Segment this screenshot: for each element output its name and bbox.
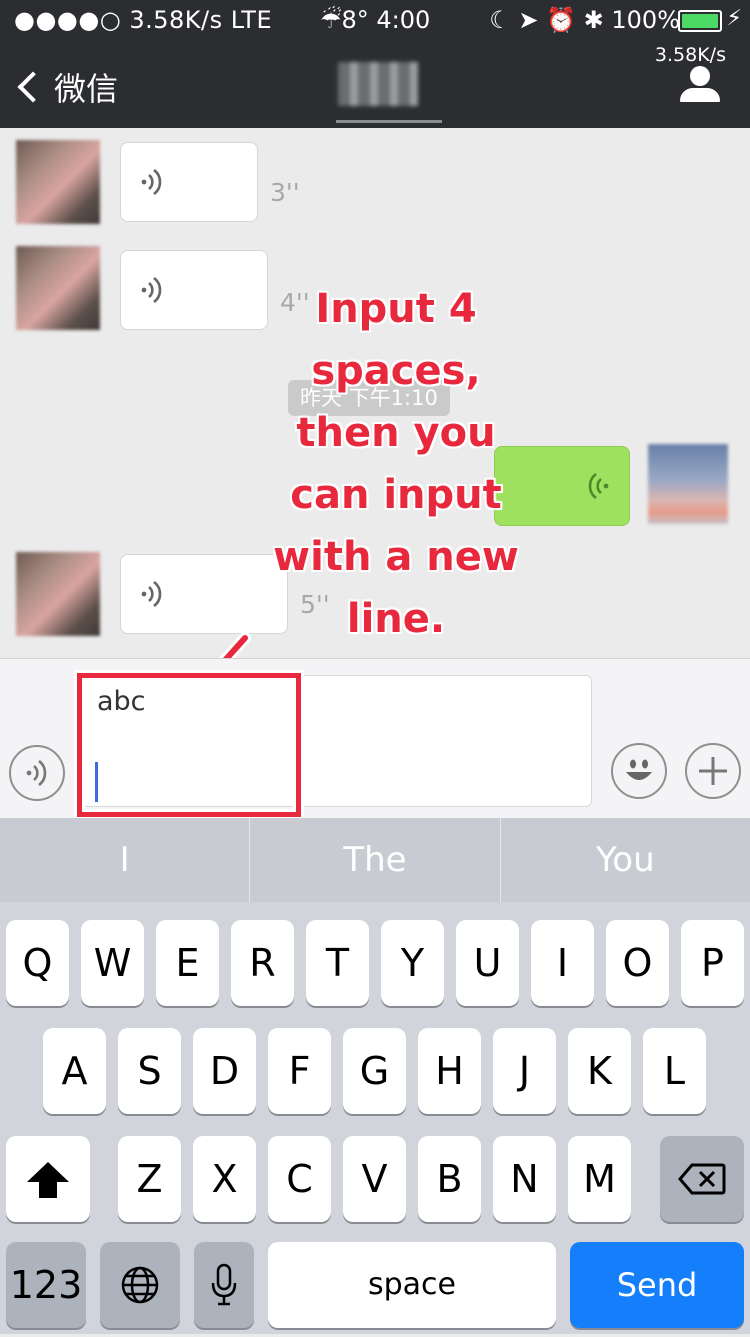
voice-wave-icon — [588, 472, 609, 500]
voice-wave-icon — [26, 759, 47, 787]
key-w[interactable]: W — [81, 920, 144, 1006]
back-button[interactable]: 微信 — [17, 64, 119, 110]
key-v[interactable]: V — [343, 1136, 406, 1222]
delete-key[interactable] — [660, 1136, 744, 1222]
voice-wave-icon — [141, 580, 162, 608]
key-y[interactable]: Y — [381, 920, 444, 1006]
network-speed: 3.58K/s — [654, 44, 726, 66]
key-a[interactable]: A — [43, 1028, 106, 1114]
key-f[interactable]: F — [268, 1028, 331, 1114]
shift-arrow-icon — [27, 1162, 69, 1198]
key-i[interactable]: I — [531, 920, 594, 1006]
my-avatar[interactable] — [648, 444, 728, 524]
back-label: 微信 — [54, 70, 119, 108]
smiley-icon — [626, 759, 652, 780]
plus-icon — [699, 757, 727, 785]
status-weather-time: ☔8° 4:00 — [320, 6, 431, 34]
profile-body — [680, 88, 720, 102]
key-z[interactable]: Z — [118, 1136, 181, 1222]
charging-icon: ⚡ — [726, 6, 742, 31]
suggestion-item[interactable]: I — [0, 818, 249, 902]
chevron-left-icon — [17, 71, 49, 103]
suggestion-item[interactable]: The — [249, 818, 499, 902]
tutorial-annotation: Input 4 spaces, then you can input with … — [273, 286, 519, 642]
send-key[interactable]: Send — [570, 1242, 744, 1328]
suggestion-item[interactable]: You — [499, 818, 750, 902]
key-c[interactable]: C — [268, 1136, 331, 1222]
backspace-icon — [678, 1163, 726, 1195]
microphone-icon — [211, 1263, 237, 1306]
key-j[interactable]: J — [493, 1028, 556, 1114]
avatar[interactable] — [16, 140, 100, 224]
key-l[interactable]: L — [643, 1028, 706, 1114]
key-x[interactable]: X — [193, 1136, 256, 1222]
top-bar: ●●●●○ 3.58K/s LTE ☔8° 4:00 ☾ ➤ ⏰ ✱ 100% … — [0, 0, 750, 128]
key-h[interactable]: H — [418, 1028, 481, 1114]
key-q[interactable]: Q — [6, 920, 69, 1006]
avatar[interactable] — [16, 246, 100, 330]
title-underline — [336, 120, 442, 123]
voice-wave-icon — [141, 168, 162, 196]
key-b[interactable]: B — [418, 1136, 481, 1222]
voice-wave-icon — [141, 276, 162, 304]
space-key[interactable]: space — [268, 1242, 556, 1328]
voice-duration: 3'' — [270, 178, 300, 207]
more-button[interactable] — [685, 743, 741, 799]
key-r[interactable]: R — [231, 920, 294, 1006]
status-signal-network: ●●●●○ 3.58K/s LTE — [14, 6, 273, 34]
contact-profile-icon[interactable] — [680, 66, 720, 106]
voice-message-bubble[interactable] — [120, 142, 258, 222]
keyboard: Q W E R T Y U I O P A S D F G H J K L Z X C V B N M 123 space Send — [0, 902, 750, 1334]
key-n[interactable]: N — [493, 1136, 556, 1222]
emoji-button[interactable] — [611, 743, 667, 799]
predictive-bar: I The You — [0, 818, 750, 902]
chat-title-blurred — [338, 62, 418, 106]
numbers-key[interactable]: 123 — [6, 1242, 86, 1328]
key-d[interactable]: D — [193, 1028, 256, 1114]
shift-key[interactable] — [6, 1136, 90, 1222]
avatar[interactable] — [16, 552, 100, 636]
key-t[interactable]: T — [306, 920, 369, 1006]
key-e[interactable]: E — [156, 920, 219, 1006]
battery-fill — [682, 14, 718, 28]
key-s[interactable]: S — [118, 1028, 181, 1114]
key-u[interactable]: U — [456, 920, 519, 1006]
key-k[interactable]: K — [568, 1028, 631, 1114]
key-g[interactable]: G — [343, 1028, 406, 1114]
key-p[interactable]: P — [681, 920, 744, 1006]
annotation-highlight-box — [77, 673, 301, 817]
globe-icon — [121, 1266, 159, 1304]
key-o[interactable]: O — [606, 920, 669, 1006]
battery-icon — [678, 10, 722, 32]
key-m[interactable]: M — [568, 1136, 631, 1222]
globe-key[interactable] — [100, 1242, 180, 1328]
voice-input-button[interactable] — [9, 745, 65, 801]
profile-head — [690, 66, 710, 86]
voice-message-bubble[interactable] — [120, 250, 268, 330]
status-icons: ☾ ➤ ⏰ ✱ 100% — [489, 6, 680, 34]
dictation-key[interactable] — [194, 1242, 254, 1328]
